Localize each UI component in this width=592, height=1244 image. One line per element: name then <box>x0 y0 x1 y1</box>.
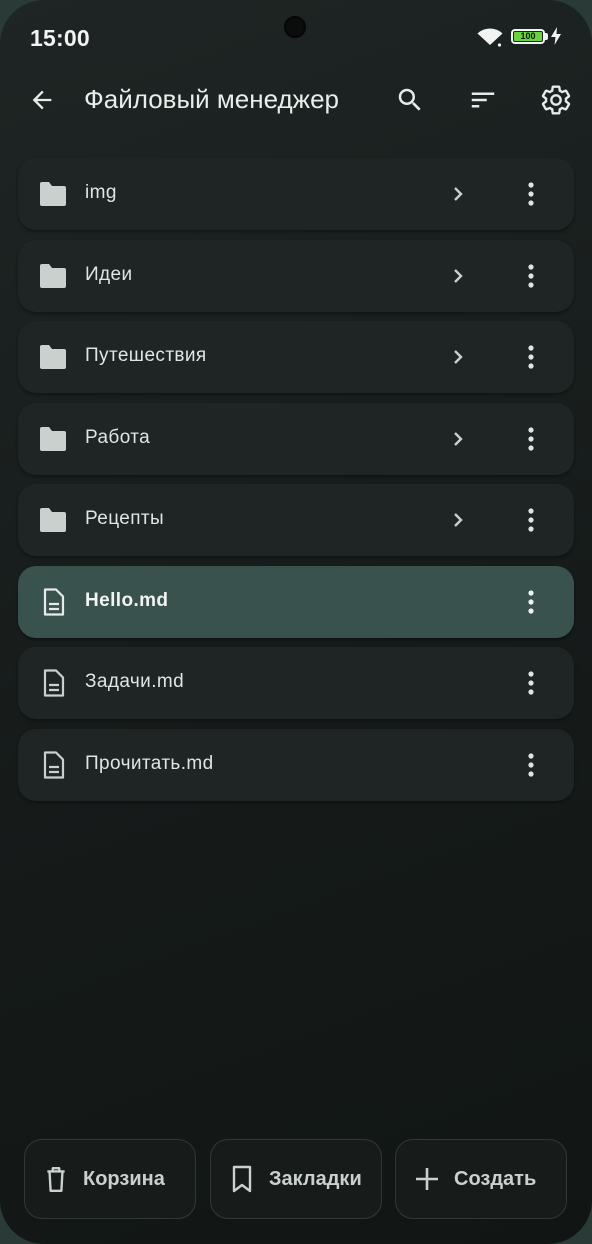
file-row-tasks[interactable]: Задачи.md <box>18 647 574 719</box>
file-name: Работа <box>85 426 151 448</box>
plus-icon <box>412 1164 442 1194</box>
file-row-read[interactable]: Прочитать.md <box>18 728 574 801</box>
folder-icon <box>40 426 66 451</box>
chevron-right-icon <box>454 268 463 283</box>
app-bar: Файловый менеджер <box>0 78 592 122</box>
battery-level: 100 <box>514 32 542 41</box>
bookmarks-label: Закладки <box>269 1167 362 1190</box>
sort-icon <box>471 92 495 108</box>
file-name: img <box>85 182 117 203</box>
chevron-right-icon <box>454 431 463 446</box>
folder-row-ideas[interactable]: Идеи <box>18 239 574 312</box>
file-row-hello[interactable]: Hello.md <box>18 565 574 638</box>
battery-icon: 100 <box>511 29 545 44</box>
search-button[interactable] <box>388 78 432 122</box>
trash-button[interactable]: Корзина <box>24 1139 196 1219</box>
folder-row-work[interactable]: Работа <box>18 402 574 475</box>
more-options-icon[interactable] <box>521 260 541 292</box>
folder-row-img[interactable]: img <box>18 158 574 230</box>
more-options-icon[interactable] <box>521 341 541 373</box>
trash-icon <box>41 1164 71 1194</box>
more-options-icon[interactable] <box>521 423 541 455</box>
more-options-icon[interactable] <box>521 749 541 781</box>
file-name: Hello.md <box>85 589 169 611</box>
wifi-icon <box>477 28 503 47</box>
folder-icon <box>40 263 66 288</box>
page-title: Файловый менеджер <box>84 84 339 114</box>
status-bar: 15:00 100 <box>0 0 592 78</box>
document-icon <box>43 587 65 616</box>
file-name: Задачи.md <box>85 671 185 692</box>
charging-bolt-icon <box>551 27 561 45</box>
create-label: Создать <box>454 1167 537 1190</box>
sort-button[interactable] <box>461 78 505 122</box>
folder-icon <box>40 508 66 532</box>
bookmarks-button[interactable]: Закладки <box>210 1139 382 1219</box>
file-list: img Идеи Путешествия Работа Рецепты Hell… <box>18 158 574 810</box>
status-time: 15:00 <box>30 25 90 51</box>
more-options-icon[interactable] <box>521 667 541 699</box>
folder-row-travel[interactable]: Путешествия <box>18 321 574 393</box>
bottom-action-bar: Корзина Закладки Создать <box>24 1139 568 1221</box>
document-icon <box>43 669 65 697</box>
folder-icon <box>40 182 66 206</box>
file-name: Путешествия <box>85 345 207 366</box>
folder-row-recipes[interactable]: Рецепты <box>18 484 574 556</box>
file-name: Прочитать.md <box>85 752 214 774</box>
bookmark-icon <box>227 1164 257 1194</box>
chevron-right-icon <box>454 350 463 364</box>
folder-icon <box>40 345 66 369</box>
create-button[interactable]: Создать <box>395 1139 567 1219</box>
more-options-icon[interactable] <box>521 178 541 210</box>
phone-screen: 15:00 100 Файловый менеджер img Идеи Пут… <box>0 0 592 1244</box>
file-name: Рецепты <box>85 508 165 529</box>
trash-label: Корзина <box>83 1167 165 1190</box>
chevron-right-icon <box>454 187 463 201</box>
search-icon <box>398 88 421 111</box>
back-button[interactable] <box>20 78 64 122</box>
document-icon <box>43 750 65 779</box>
file-name: Идеи <box>85 263 133 285</box>
chevron-right-icon <box>454 513 463 527</box>
back-arrow-icon <box>32 90 52 110</box>
more-options-icon[interactable] <box>521 586 541 618</box>
settings-button[interactable] <box>534 78 578 122</box>
more-options-icon[interactable] <box>521 504 541 536</box>
settings-gear-icon <box>541 85 571 115</box>
battery-tip <box>545 33 548 40</box>
